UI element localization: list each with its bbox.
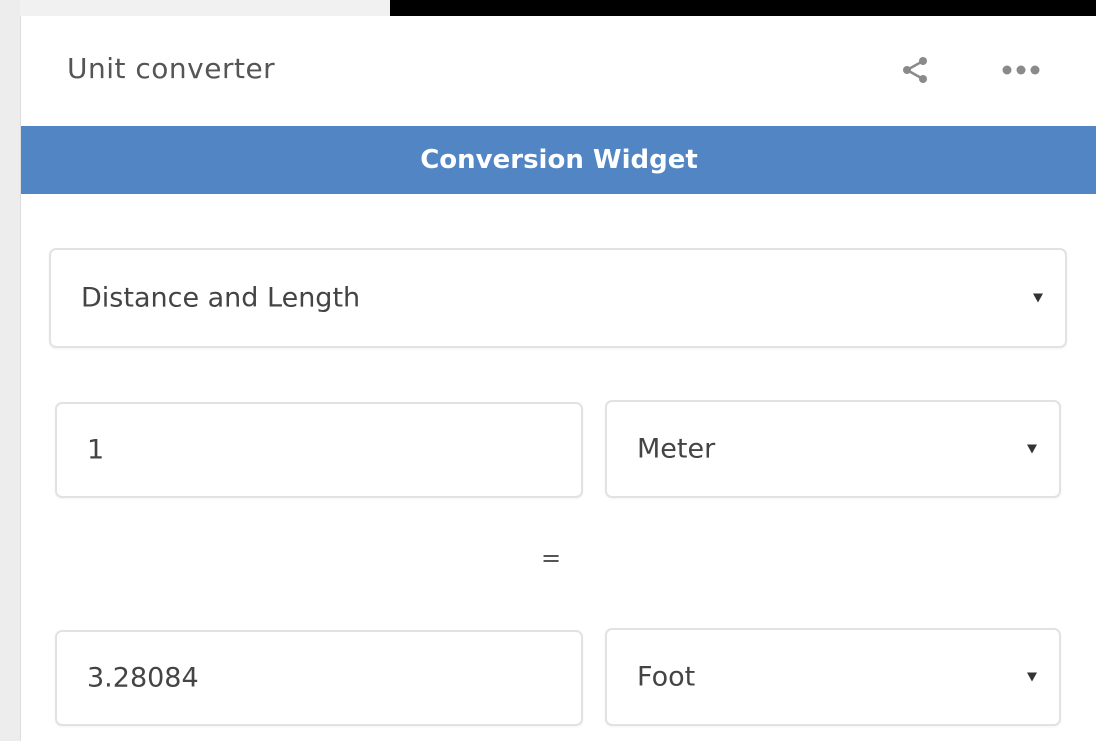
share-button[interactable] <box>895 50 935 90</box>
top-dark-strip <box>390 0 1096 16</box>
category-select-value: Distance and Length <box>81 282 361 314</box>
share-icon <box>903 57 927 83</box>
left-gutter <box>0 0 20 741</box>
app-header: Unit converter <box>21 16 1096 126</box>
from-unit-value: Meter <box>637 433 716 465</box>
dropdown-caret-icon <box>1027 444 1037 454</box>
unit-converter-card: Unit converter Conversion Widget Distanc… <box>20 16 1096 741</box>
to-unit-value: Foot <box>637 661 696 693</box>
dropdown-caret-icon <box>1027 672 1037 682</box>
to-unit-select[interactable]: Foot <box>605 628 1061 726</box>
app-title: Unit converter <box>67 52 276 85</box>
dropdown-caret-icon <box>1033 293 1043 303</box>
widget-title: Conversion Widget <box>420 145 698 175</box>
from-unit-select[interactable]: Meter <box>605 400 1061 498</box>
widget-title-bar: Conversion Widget <box>21 126 1096 194</box>
equals-sign: = <box>541 544 562 572</box>
to-value-input[interactable]: 3.28084 <box>55 630 583 726</box>
from-value-input[interactable]: 1 <box>55 402 583 498</box>
more-options-icon <box>1002 65 1040 75</box>
more-options-button[interactable] <box>1001 50 1041 90</box>
from-value-text: 1 <box>87 434 105 466</box>
to-value-text: 3.28084 <box>87 662 199 694</box>
category-select[interactable]: Distance and Length <box>49 248 1067 348</box>
